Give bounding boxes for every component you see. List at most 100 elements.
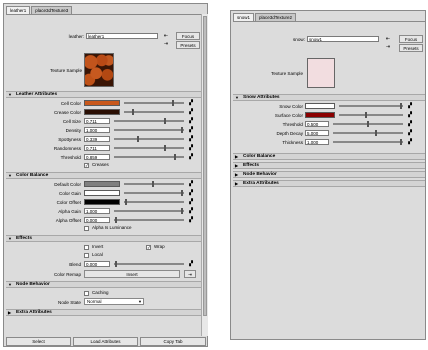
color-gain-swatch[interactable] xyxy=(84,190,120,196)
section-title: Node Behavior xyxy=(243,172,277,177)
section-extra-attributes[interactable]: ▶ Extra Attributes xyxy=(233,180,425,187)
section-node-behavior[interactable]: ▶ Node Behavior xyxy=(233,171,425,178)
cell-color-swatch[interactable] xyxy=(84,100,120,106)
tab-leather1[interactable]: leather1 xyxy=(6,6,31,14)
cell-size-field[interactable]: 0.711 xyxy=(84,118,110,124)
focus-button[interactable]: Focus xyxy=(399,35,423,43)
alpha-gain-slider[interactable] xyxy=(114,208,184,214)
focus-button[interactable]: Focus xyxy=(176,32,200,40)
section-leather-attributes[interactable]: ▼ Leather Attributes xyxy=(6,91,201,98)
scrollbar-thumb[interactable] xyxy=(203,16,207,316)
section-color-balance[interactable]: ▶ Color Balance xyxy=(233,153,425,160)
local-checkbox[interactable] xyxy=(84,253,89,258)
crease-color-label: Crease Color xyxy=(53,110,81,115)
checker-map-icon[interactable]: ▞ xyxy=(188,145,194,151)
copy-tab-button[interactable]: Copy Tab xyxy=(140,337,206,346)
checker-map-icon[interactable]: ▞ xyxy=(188,261,194,267)
snow-color-swatch[interactable] xyxy=(305,103,335,109)
cell-color-slider[interactable] xyxy=(124,100,184,106)
threshold-field[interactable]: 0.500 xyxy=(305,121,329,127)
checker-map-icon[interactable]: ▞ xyxy=(188,208,194,214)
checker-map-icon[interactable]: ▞ xyxy=(188,154,194,160)
section-effects[interactable]: ▼ Effects xyxy=(6,235,201,242)
invert-checkbox[interactable] xyxy=(84,245,89,250)
color-offset-slider[interactable] xyxy=(124,199,184,205)
checker-map-icon[interactable]: ▞ xyxy=(188,199,194,205)
surface-color-swatch[interactable] xyxy=(305,112,335,118)
checker-map-icon[interactable]: ▞ xyxy=(407,112,413,118)
default-color-slider[interactable] xyxy=(124,181,184,187)
spottyness-slider[interactable] xyxy=(114,136,184,142)
depth-decay-slider[interactable] xyxy=(333,130,403,136)
thickness-slider[interactable] xyxy=(333,139,403,145)
triangle-down-icon: ▼ xyxy=(235,95,239,100)
alpha-offset-slider[interactable] xyxy=(114,217,184,223)
load-attributes-button[interactable]: Load Attributes xyxy=(73,337,138,346)
thickness-field[interactable]: 1.000 xyxy=(305,139,329,145)
density-field[interactable]: 1.000 xyxy=(84,127,110,133)
checker-map-icon[interactable]: ▞ xyxy=(188,181,194,187)
checker-map-icon[interactable]: ▞ xyxy=(188,190,194,196)
color-offset-swatch[interactable] xyxy=(84,199,120,205)
threshold-field[interactable]: 0.859 xyxy=(84,154,110,160)
blend-field[interactable]: 0.000 xyxy=(84,261,110,267)
randomness-slider[interactable] xyxy=(114,145,184,151)
checker-map-icon[interactable]: ▞ xyxy=(188,109,194,115)
checker-map-icon[interactable]: ▞ xyxy=(407,121,413,127)
node-state-dropdown[interactable]: Normal ▼ xyxy=(84,298,144,305)
tab-place3dtexture2[interactable]: place3dTexture2 xyxy=(255,13,297,21)
checker-map-icon[interactable]: ▞ xyxy=(188,127,194,133)
checker-map-icon[interactable]: ▞ xyxy=(407,103,413,109)
tab-snow1[interactable]: snow1 xyxy=(233,13,255,21)
insert-button[interactable]: Insert xyxy=(84,270,180,278)
presets-button[interactable]: Presets xyxy=(176,41,200,49)
select-button[interactable]: Select xyxy=(6,337,71,346)
spottyness-field[interactable]: 0.339 xyxy=(84,136,110,142)
section-node-behavior[interactable]: ▼ Node Behavior xyxy=(6,281,201,288)
checker-map-icon[interactable]: ▞ xyxy=(188,100,194,106)
node-name-field[interactable]: snow1 xyxy=(307,36,379,42)
tab-place3dtexture3[interactable]: place3dTexture3 xyxy=(31,6,73,14)
blend-slider[interactable] xyxy=(114,261,184,267)
alpha-gain-field[interactable]: 1.000 xyxy=(84,208,110,214)
snow-attribute-editor: snow1 place3dTexture2 snow: snow1 ⇤ ⇥ Fo… xyxy=(230,10,426,340)
alpha-is-luminance-checkbox[interactable] xyxy=(84,226,89,231)
section-effects[interactable]: ▶ Effects xyxy=(233,162,425,169)
presets-button[interactable]: Presets xyxy=(399,44,423,52)
checker-map-icon[interactable]: ▞ xyxy=(188,217,194,223)
threshold-slider[interactable] xyxy=(114,154,184,160)
checker-map-icon[interactable]: ▞ xyxy=(188,118,194,124)
alpha-offset-field[interactable]: 0.000 xyxy=(84,217,110,223)
caching-label: Caching xyxy=(92,290,109,295)
checker-map-icon[interactable]: ▞ xyxy=(188,136,194,142)
triangle-down-icon: ▼ xyxy=(8,92,12,97)
depth-decay-field[interactable]: 5.000 xyxy=(305,130,329,136)
threshold-slider[interactable] xyxy=(333,121,403,127)
checker-map-icon[interactable]: ▞ xyxy=(407,130,413,136)
node-name-field[interactable]: leather1 xyxy=(86,33,158,39)
crease-color-swatch[interactable] xyxy=(84,109,120,115)
cell-size-slider[interactable] xyxy=(114,118,184,124)
vertical-scrollbar[interactable] xyxy=(201,14,208,336)
section-color-balance[interactable]: ▼ Color Balance xyxy=(6,172,201,179)
crease-color-slider[interactable] xyxy=(124,109,184,115)
caching-checkbox[interactable] xyxy=(84,291,89,296)
section-snow-attributes[interactable]: ▼ Snow Attributes xyxy=(233,94,425,101)
section-extra-attributes[interactable]: ▶ Extra Attributes xyxy=(6,309,201,316)
surface-color-slider[interactable] xyxy=(339,112,403,118)
wrap-checkbox[interactable]: ✓ xyxy=(146,245,151,250)
snow-color-slider[interactable] xyxy=(339,103,403,109)
density-slider[interactable] xyxy=(114,127,184,133)
output-connection-icon[interactable]: ⇥ xyxy=(385,44,391,50)
default-color-swatch[interactable] xyxy=(84,181,120,187)
randomness-field[interactable]: 0.711 xyxy=(84,145,110,151)
input-connection-icon[interactable]: ⇤ xyxy=(163,33,169,39)
creases-checkbox[interactable]: ✓ xyxy=(84,163,89,168)
output-connection-icon[interactable]: ⇥ xyxy=(163,41,169,47)
checker-map-icon[interactable]: ▞ xyxy=(407,139,413,145)
snow-texture-sample xyxy=(307,58,335,88)
output-connection-icon[interactable]: ⇥ xyxy=(184,270,196,278)
tab-bar: leather1 place3dTexture3 xyxy=(6,6,73,14)
input-connection-icon[interactable]: ⇤ xyxy=(385,36,391,42)
color-gain-slider[interactable] xyxy=(124,190,184,196)
